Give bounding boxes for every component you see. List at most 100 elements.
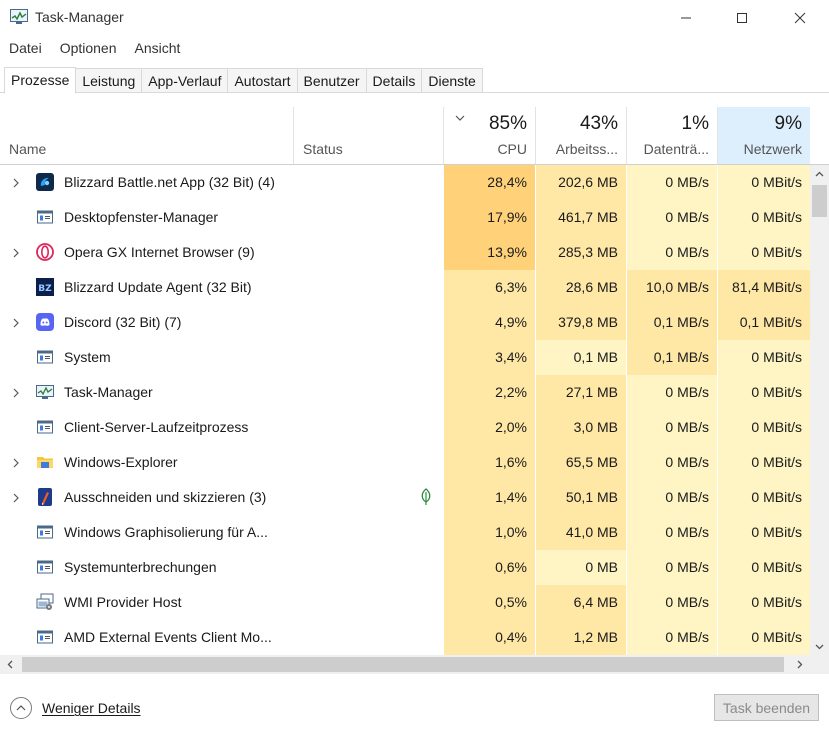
table-row[interactable]: System 3,4% 0,1 MB 0,1 MB/s 0 MBit/s bbox=[0, 340, 810, 375]
expand-chevron-icon[interactable] bbox=[10, 305, 22, 340]
table-row[interactable]: Systemunterbrechungen 0,6% 0 MB 0 MB/s 0 MBi… bbox=[0, 550, 810, 585]
column-header-disk[interactable]: 1% Datenträ... bbox=[626, 107, 717, 164]
table-row[interactable]: BZ Blizzard Update Agent (32 Bit) 6,3% 28,6… bbox=[0, 270, 810, 305]
cell-network: 0,1 MBit/s bbox=[717, 305, 810, 340]
tab-prozesse[interactable]: Prozesse bbox=[4, 67, 77, 94]
scroll-right-button[interactable] bbox=[790, 655, 810, 674]
cell-network: 0 MBit/s bbox=[717, 550, 810, 585]
maximize-icon bbox=[737, 13, 747, 23]
process-name: AMD External Events Client Mo... bbox=[64, 629, 272, 645]
horizontal-scroll-thumb[interactable] bbox=[22, 657, 784, 672]
table-row[interactable]: Blizzard Battle.net App (32 Bit) (4) 28,4… bbox=[0, 165, 810, 200]
cell-network: 0 MBit/s bbox=[717, 165, 810, 200]
cell-disk: 10,0 MB/s bbox=[626, 270, 717, 305]
tab-bar: Prozesse Leistung App-Verlauf Autostart … bbox=[4, 67, 483, 94]
table-row[interactable]: Client-Server-Laufzeitprozess 2,0% 3,0 MB 0… bbox=[0, 410, 810, 445]
memory-total-percent: 43% bbox=[579, 113, 618, 134]
table-row[interactable]: Desktopfenster-Manager 17,9% 461,7 MB 0 MB/… bbox=[0, 200, 810, 235]
cell-disk: 0 MB/s bbox=[626, 375, 717, 410]
cell-cpu: 1,6% bbox=[443, 445, 535, 480]
cell-cpu: 0,5% bbox=[443, 585, 535, 620]
maximize-button[interactable] bbox=[719, 0, 765, 36]
window-app-icon bbox=[36, 348, 54, 366]
scrollbar-corner bbox=[810, 655, 829, 674]
tab-details[interactable]: Details bbox=[366, 68, 423, 93]
vertical-scrollbar[interactable] bbox=[810, 165, 829, 655]
table-row[interactable]: Discord (32 Bit) (7) 4,9% 379,8 MB 0,1 MB/s… bbox=[0, 305, 810, 340]
process-name: Client-Server-Laufzeitprozess bbox=[64, 419, 249, 435]
expand-chevron-icon[interactable] bbox=[10, 445, 22, 480]
minimize-button[interactable] bbox=[663, 0, 709, 36]
column-header-status[interactable]: Status bbox=[293, 107, 443, 164]
cell-network: 0 MBit/s bbox=[717, 410, 810, 445]
snip-sketch-icon bbox=[36, 488, 54, 506]
column-header-cpu[interactable]: 85% CPU bbox=[443, 107, 535, 164]
cell-disk: 0 MB/s bbox=[626, 445, 717, 480]
process-name: Ausschneiden und skizzieren (3) bbox=[64, 489, 267, 505]
blizzard-agent-icon: BZ bbox=[36, 278, 54, 296]
menu-ansicht[interactable]: Ansicht bbox=[126, 38, 190, 60]
table-row[interactable]: WMI Provider Host 0,5% 6,4 MB 0 MB/s 0 MBit/… bbox=[0, 585, 810, 620]
tab-leistung[interactable]: Leistung bbox=[76, 68, 143, 93]
expand-chevron-icon[interactable] bbox=[10, 480, 22, 515]
column-header-name[interactable]: Name bbox=[0, 107, 293, 164]
chevron-up-icon bbox=[815, 171, 824, 176]
cell-memory: 0,1 MB bbox=[535, 340, 626, 375]
cell-cpu: 6,3% bbox=[443, 270, 535, 305]
cell-memory: 28,6 MB bbox=[535, 270, 626, 305]
table-row[interactable]: Windows Graphisolierung für A... 1,0% 41,0… bbox=[0, 515, 810, 550]
table-row[interactable]: Ausschneiden und skizzieren (3) 1,4% 50,1 … bbox=[0, 480, 810, 515]
process-table-header: Name Status 85% CPU 43% Arbeitss... 1% D… bbox=[0, 107, 829, 165]
column-header-memory[interactable]: 43% Arbeitss... bbox=[535, 107, 626, 164]
cell-disk: 0 MB/s bbox=[626, 550, 717, 585]
table-row[interactable]: Task-Manager 2,2% 27,1 MB 0 MB/s 0 MBit/s bbox=[0, 375, 810, 410]
scroll-down-button[interactable] bbox=[810, 638, 829, 655]
cell-memory: 379,8 MB bbox=[535, 305, 626, 340]
cell-cpu: 1,0% bbox=[443, 515, 535, 550]
cell-network: 0 MBit/s bbox=[717, 515, 810, 550]
chevron-down-icon bbox=[815, 644, 824, 649]
tab-dienste[interactable]: Dienste bbox=[422, 68, 483, 93]
table-row[interactable]: AMD External Events Client Mo... 0,4% 1,2 … bbox=[0, 620, 810, 655]
menu-optionen[interactable]: Optionen bbox=[51, 38, 126, 60]
fewer-details-toggle[interactable]: Weniger Details bbox=[10, 696, 141, 720]
sort-descending-icon bbox=[455, 115, 465, 121]
window-app-icon bbox=[36, 628, 54, 646]
menu-datei[interactable]: Datei bbox=[0, 38, 51, 60]
column-label-network: Netzwerk bbox=[743, 141, 802, 157]
window-app-icon bbox=[36, 523, 54, 541]
horizontal-scrollbar[interactable] bbox=[0, 655, 810, 674]
expand-chevron-icon[interactable] bbox=[10, 165, 22, 200]
process-name: Desktopfenster-Manager bbox=[64, 209, 219, 225]
column-label-disk: Datenträ... bbox=[643, 141, 709, 157]
vertical-scroll-thumb[interactable] bbox=[812, 185, 827, 217]
cell-network: 0 MBit/s bbox=[717, 375, 810, 410]
scroll-left-button[interactable] bbox=[0, 655, 20, 674]
process-name: System bbox=[64, 349, 111, 365]
table-row[interactable]: Opera GX Internet Browser (9) 13,9% 285,3 … bbox=[0, 235, 810, 270]
column-header-network[interactable]: 9% Netzwerk bbox=[717, 107, 810, 164]
close-icon bbox=[794, 12, 806, 24]
scroll-up-button[interactable] bbox=[810, 165, 829, 182]
table-row[interactable]: Windows-Explorer 1,6% 65,5 MB 0 MB/s 0 MBit/… bbox=[0, 445, 810, 480]
process-name: Blizzard Battle.net App (32 Bit) (4) bbox=[64, 174, 275, 190]
cell-cpu: 1,4% bbox=[443, 480, 535, 515]
cell-network: 0 MBit/s bbox=[717, 585, 810, 620]
process-name: Opera GX Internet Browser (9) bbox=[64, 244, 255, 260]
cell-network: 0 MBit/s bbox=[717, 445, 810, 480]
close-button[interactable] bbox=[777, 0, 823, 36]
cell-disk: 0 MB/s bbox=[626, 620, 717, 655]
end-task-button[interactable]: Task beenden bbox=[714, 694, 819, 721]
process-name: WMI Provider Host bbox=[64, 594, 182, 610]
cell-cpu: 4,9% bbox=[443, 305, 535, 340]
cell-cpu: 28,4% bbox=[443, 165, 535, 200]
cell-memory: 202,6 MB bbox=[535, 165, 626, 200]
expand-chevron-icon[interactable] bbox=[10, 375, 22, 410]
tab-autostart[interactable]: Autostart bbox=[228, 68, 298, 93]
tab-app-verlauf[interactable]: App-Verlauf bbox=[142, 68, 229, 93]
cell-network: 0 MBit/s bbox=[717, 340, 810, 375]
column-label-status: Status bbox=[303, 141, 343, 157]
tab-benutzer[interactable]: Benutzer bbox=[297, 68, 367, 93]
cell-disk: 0 MB/s bbox=[626, 165, 717, 200]
expand-chevron-icon[interactable] bbox=[10, 235, 22, 270]
